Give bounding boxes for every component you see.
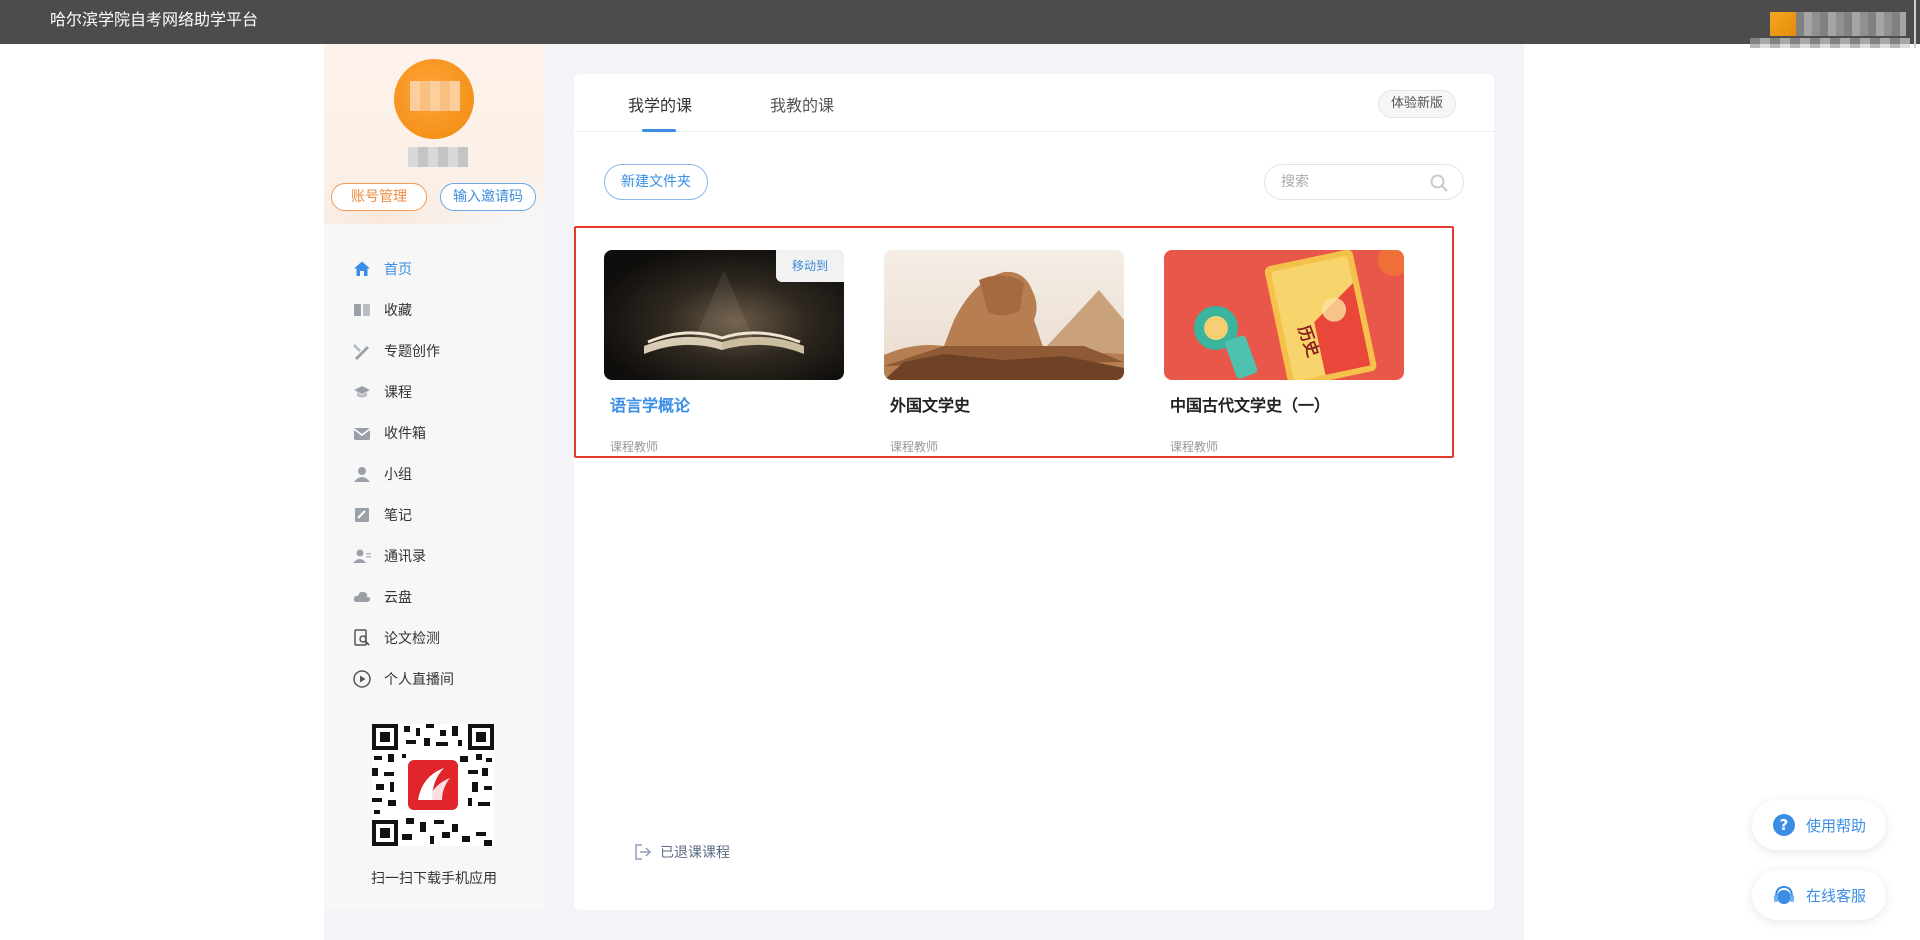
- sidebar-item-label: 云盘: [384, 589, 412, 606]
- help-label: 使用帮助: [1806, 816, 1867, 835]
- tab-my-teaching[interactable]: 我教的课: [770, 92, 834, 116]
- withdrawn-courses-link[interactable]: 已退课课程: [634, 842, 730, 862]
- topic-create-icon: [352, 341, 372, 361]
- course-cover[interactable]: 移动到: [604, 250, 844, 380]
- bookmark-icon: [352, 300, 372, 320]
- sidebar-item-cloud[interactable]: 云盘: [352, 576, 532, 617]
- home-icon: [352, 259, 372, 279]
- new-folder-button[interactable]: 新建文件夹: [604, 164, 708, 200]
- user-info-blurred: [1750, 38, 1910, 48]
- sidebar-item-home[interactable]: 首页: [352, 248, 532, 289]
- course-cover[interactable]: 历史: [1164, 250, 1404, 380]
- sidebar-item-label: 课程: [384, 384, 412, 401]
- search-input[interactable]: [1279, 172, 1419, 192]
- course-tabs: 我学的课 我教的课 体验新版: [574, 74, 1494, 132]
- app-title: 哈尔滨学院自考网络助学平台: [50, 10, 259, 29]
- sidebar-item-label: 收藏: [384, 302, 412, 319]
- course-teacher: 课程教师: [610, 440, 659, 454]
- user-name-blurred: [1796, 12, 1906, 36]
- sidebar-item-label: 通讯录: [384, 548, 426, 565]
- app-qr-code: [372, 724, 494, 846]
- top-bar: 哈尔滨学院自考网络助学平台: [0, 0, 1920, 48]
- search-box: [1264, 164, 1464, 200]
- note-icon: [352, 505, 372, 525]
- course-name[interactable]: 中国古代文学史（一）: [1170, 392, 1404, 416]
- sidebar-nav: 首页 收藏 专题创作 课程 收件箱 小组 笔记 通讯录 云盘 论文检测 个人直播…: [352, 248, 532, 699]
- sidebar-item-paper-check[interactable]: 论文检测: [352, 617, 532, 658]
- sidebar-item-inbox[interactable]: 收件箱: [352, 412, 532, 453]
- user-menu[interactable]: [1750, 0, 1920, 50]
- sidebar-item-favorites[interactable]: 收藏: [352, 289, 532, 330]
- course-teacher: 课程教师: [1170, 440, 1219, 454]
- invite-code-button[interactable]: 输入邀请码: [440, 183, 536, 211]
- qr-caption: 扫一扫下载手机应用: [371, 871, 497, 887]
- try-new-version-button[interactable]: 体验新版: [1378, 90, 1456, 118]
- sidebar-item-label: 收件箱: [384, 425, 426, 442]
- sidebar-item-label: 小组: [384, 466, 412, 483]
- help-icon: ?: [1772, 813, 1796, 837]
- scrollbar-edge: [1914, 0, 1916, 48]
- tab-my-learning[interactable]: 我学的课: [628, 92, 692, 116]
- customer-service-label: 在线客服: [1806, 886, 1867, 905]
- course-cover[interactable]: [884, 250, 1124, 380]
- group-icon: [352, 464, 372, 484]
- search-icon[interactable]: [1429, 173, 1449, 193]
- inbox-icon: [352, 423, 372, 443]
- sidebar-item-label: 笔记: [384, 507, 412, 524]
- move-to-button[interactable]: 移动到: [776, 250, 844, 282]
- withdrawn-courses-label: 已退课课程: [660, 845, 730, 861]
- avatar[interactable]: [394, 59, 474, 139]
- sidebar-item-live[interactable]: 个人直播间: [352, 658, 532, 699]
- sidebar-item-group[interactable]: 小组: [352, 453, 532, 494]
- course-name[interactable]: 外国文学史: [890, 392, 1124, 416]
- paper-check-icon: [352, 628, 372, 648]
- main-card: 我学的课 我教的课 体验新版 新建文件夹: [574, 74, 1494, 910]
- sidebar-item-course[interactable]: 课程: [352, 371, 532, 412]
- course-card[interactable]: 外国文学史 课程教师: [884, 250, 1124, 455]
- course-icon: [352, 382, 372, 402]
- cloud-icon: [352, 587, 372, 607]
- sidebar-item-label: 论文检测: [384, 630, 440, 647]
- exit-icon: [634, 843, 652, 861]
- help-button[interactable]: ? 使用帮助: [1752, 800, 1886, 850]
- sidebar-item-label: 首页: [384, 261, 412, 278]
- sidebar-item-label: 个人直播间: [384, 671, 454, 688]
- account-management-button[interactable]: 账号管理: [331, 183, 427, 211]
- course-card[interactable]: 移动到 语言学概论 课程教师: [604, 250, 844, 455]
- course-card[interactable]: 历史 中国古代文学史（一） 课程教师: [1164, 250, 1404, 455]
- course-teacher: 课程教师: [890, 440, 939, 454]
- avatar-blurred: [410, 81, 460, 111]
- sidebar-item-label: 专题创作: [384, 343, 440, 360]
- live-icon: [352, 669, 372, 689]
- course-name[interactable]: 语言学概论: [610, 392, 844, 416]
- customer-service-button[interactable]: 在线客服: [1752, 870, 1886, 920]
- user-avatar-small[interactable]: [1770, 12, 1796, 36]
- customer-service-icon: [1772, 883, 1796, 907]
- svg-text:?: ?: [1780, 816, 1789, 834]
- sidebar-item-topic-create[interactable]: 专题创作: [352, 330, 532, 371]
- active-tab-indicator: [642, 129, 676, 132]
- sidebar-item-contacts[interactable]: 通讯录: [352, 535, 532, 576]
- sidebar-item-notes[interactable]: 笔记: [352, 494, 532, 535]
- user-name-blurred: [408, 147, 468, 167]
- contacts-icon: [352, 546, 372, 566]
